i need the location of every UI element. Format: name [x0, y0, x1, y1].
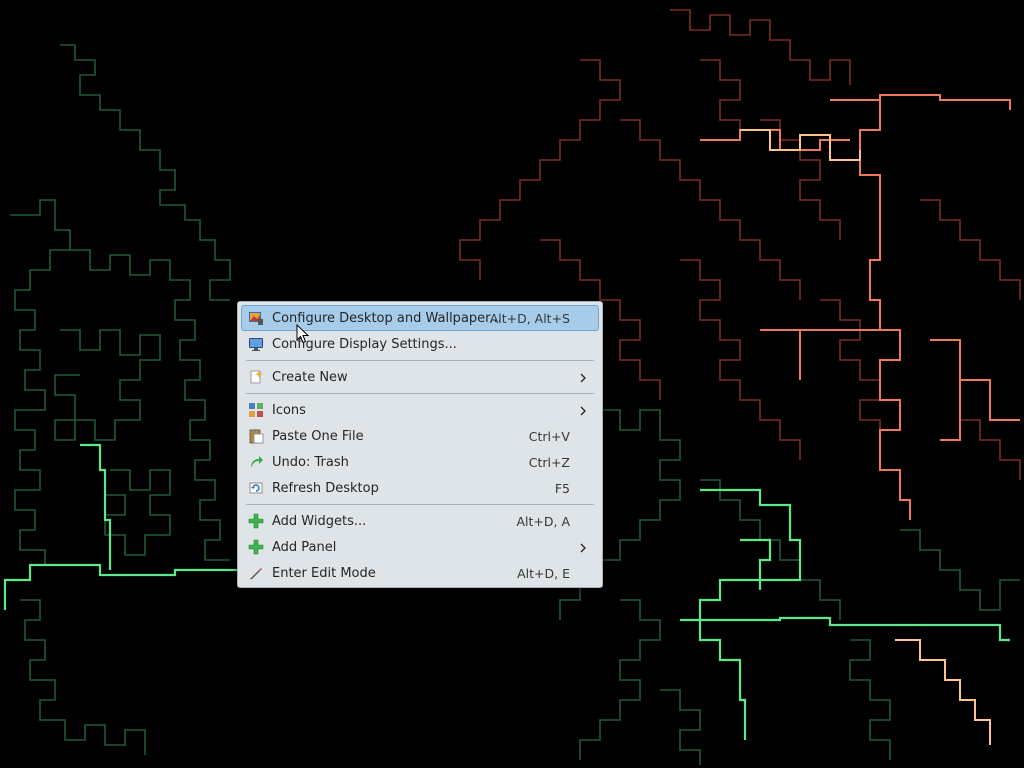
menu-item-shortcut: Alt+D, A — [516, 513, 570, 529]
menu-item-shortcut: Alt+D, Alt+S — [489, 310, 570, 326]
display-icon — [249, 338, 263, 351]
refresh-icon — [249, 482, 263, 494]
configure-desktop-icon — [249, 312, 263, 325]
desktop[interactable]: Configure Desktop and Wallpaper... Alt+D… — [0, 0, 1024, 768]
mouse-pointer-icon — [296, 324, 310, 344]
menu-separator — [246, 504, 594, 505]
menu-item-add-widgets[interactable]: Add Widgets... Alt+D, A — [241, 508, 599, 534]
menu-item-shortcut: Alt+D, E — [517, 565, 570, 581]
menu-item-add-panel[interactable]: Add Panel — [241, 534, 599, 560]
menu-item-label: Configure Display Settings... — [272, 336, 457, 352]
menu-item-undo[interactable]: Undo: Trash Ctrl+Z — [241, 449, 599, 475]
undo-icon — [251, 456, 263, 468]
menu-item-refresh[interactable]: Refresh Desktop F5 — [241, 475, 599, 501]
menu-item-shortcut: Ctrl+Z — [528, 454, 570, 470]
chevron-right-icon — [580, 373, 586, 383]
menu-item-shortcut: F5 — [554, 480, 570, 496]
create-new-icon — [250, 370, 263, 384]
menu-item-label: Refresh Desktop — [272, 480, 379, 496]
menu-separator — [246, 360, 594, 361]
menu-item-paste[interactable]: Paste One File Ctrl+V — [241, 423, 599, 449]
menu-separator — [246, 393, 594, 394]
add-panel-icon — [248, 539, 264, 555]
peach-trail — [740, 129, 991, 745]
menu-item-icons[interactable]: Icons — [241, 397, 599, 423]
paste-icon — [249, 429, 264, 444]
edit-mode-icon — [250, 568, 262, 579]
menu-item-create-new[interactable]: Create New — [241, 364, 599, 390]
menu-item-shortcut: Ctrl+V — [528, 428, 570, 444]
chevron-right-icon — [580, 406, 586, 416]
menu-item-label: Add Panel — [272, 539, 337, 555]
menu-item-label: Icons — [272, 402, 306, 418]
desktop-context-menu: Configure Desktop and Wallpaper... Alt+D… — [237, 301, 603, 588]
menu-item-label: Create New — [272, 369, 348, 385]
add-widgets-icon — [248, 513, 264, 529]
menu-item-edit-mode[interactable]: Enter Edit Mode Alt+D, E — [241, 560, 599, 586]
icons-icon — [249, 403, 263, 417]
menu-item-configure-desktop[interactable]: Configure Desktop and Wallpaper... Alt+D… — [241, 305, 599, 331]
chevron-right-icon — [580, 543, 586, 553]
menu-item-configure-display[interactable]: Configure Display Settings... — [241, 331, 599, 357]
